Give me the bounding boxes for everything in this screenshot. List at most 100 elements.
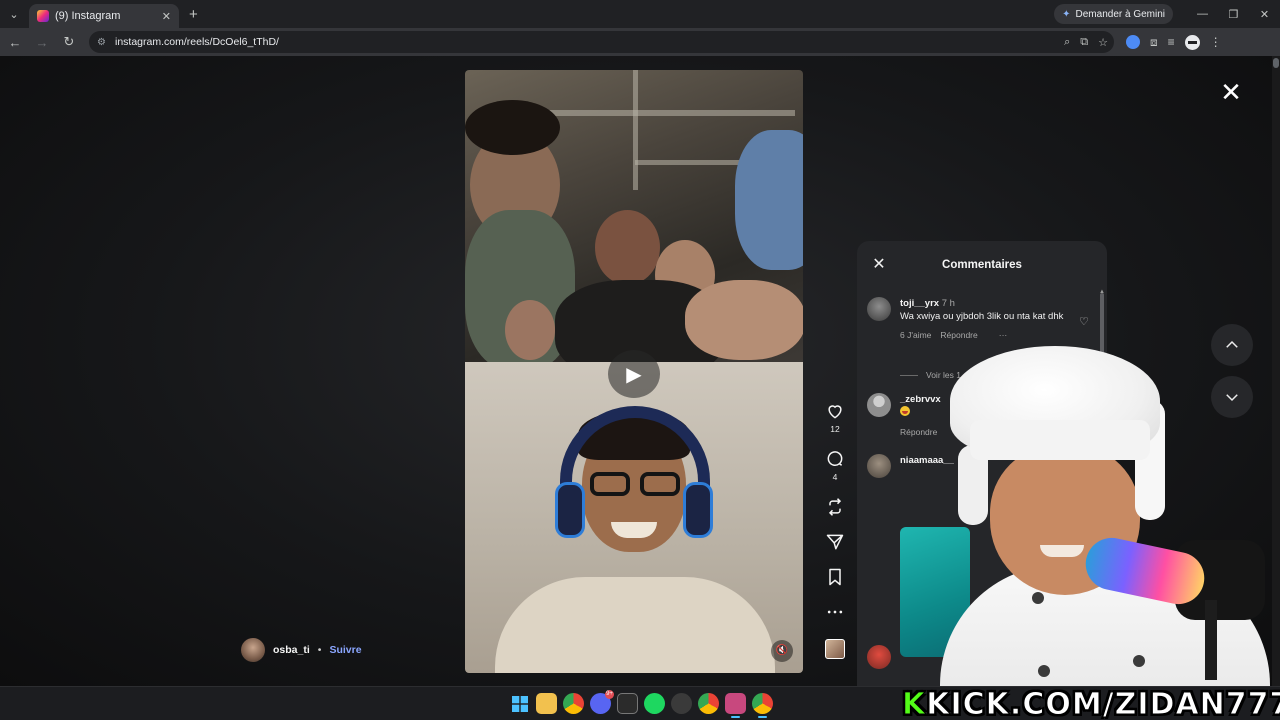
comment-icon[interactable] [825,449,845,469]
more-action[interactable] [825,602,845,622]
audio-thumbnail[interactable] [825,639,845,659]
share-action[interactable] [825,532,845,552]
tab-search-button[interactable]: ⌄ [3,3,25,25]
comment-avatar[interactable] [867,645,891,669]
extension-icon[interactable] [1126,35,1140,49]
heart-icon[interactable] [825,401,845,421]
instagram-favicon-icon [37,10,49,22]
more-dots-icon[interactable] [825,602,845,622]
next-reel-button[interactable] [1211,376,1253,418]
comment-meta: Répondre [900,426,1092,439]
comment-item: niaamaaa__ [867,454,1092,478]
media-controls-icon[interactable]: ≡ [1168,35,1175,49]
comment-text: Wa xwiya ou yjbdoh 3lik ou nta kat dhk [900,311,1064,322]
closet-shelf [535,110,795,116]
close-window-button[interactable]: ✕ [1249,8,1280,21]
app-icon[interactable] [617,693,638,714]
reply-button[interactable]: Répondre [940,329,977,342]
comment-likes[interactable]: 6 J'aime [900,329,931,342]
tab-close-icon[interactable]: ✕ [162,10,171,23]
like-count: 12 [830,424,840,434]
chevron-down-icon [1226,394,1238,402]
comment-username[interactable]: toji__yrx [900,298,939,309]
zoom-icon[interactable]: ⌕ [1064,36,1070,49]
comment-avatar[interactable] [867,454,891,478]
reply-button[interactable]: Répondre [900,426,937,439]
follow-button[interactable]: Suivre [329,644,361,656]
previous-reel-button[interactable] [1211,324,1253,366]
active-app-icon[interactable] [725,693,746,718]
headphones-cup-right [683,482,713,538]
send-icon[interactable] [825,532,845,552]
comment-username[interactable]: _zebrvvx [900,394,941,405]
comment-like-heart-icon[interactable]: ♡ [1079,315,1089,328]
restore-button[interactable]: ❐ [1218,8,1249,21]
repost-action[interactable] [825,497,845,517]
comment-item: _zebrvvx Répondre [867,393,1092,439]
toolbar-right-actions: ⧈ ≡ ⋮ [1126,34,1222,50]
address-bar[interactable]: ⚙ instagram.com/reels/DcOel6_tThD/ ⌕ ⧉ ☆ [89,31,1114,53]
author-avatar[interactable] [241,638,265,662]
kick-channel-banner: K KICK.COM/ZIDAN777 [901,689,1280,720]
view-replies-line [900,374,918,376]
chrome-icon[interactable] [563,693,584,714]
discord-icon[interactable]: 9+ [590,690,614,714]
new-tab-button[interactable]: + [189,6,198,23]
play-icon[interactable]: ▶ [608,350,660,398]
bookmark-icon[interactable] [825,567,845,587]
view-replies-label: Voir les 1 [926,370,961,380]
reel-video-bottom-frame [465,362,803,673]
author-name[interactable]: osba_ti [273,644,310,656]
person-face-center [595,210,660,285]
gemini-label: Demander à Gemini [1075,8,1165,20]
comment-action[interactable]: 4 [825,449,845,482]
comment-avatar[interactable] [867,297,891,321]
bookmark-star-icon[interactable]: ☆ [1098,36,1108,49]
page-scrollbar-thumb[interactable] [1273,58,1279,68]
save-action[interactable] [825,567,845,587]
person-sweater [495,577,775,673]
comments-header: ✕ Commentaires [857,241,1107,291]
screen: ⌄ (9) Instagram ✕ + ✦ Demander à Gemini … [0,0,1280,720]
comment-body: toji__yrx 7 h Wa xwiya ou yjbdoh 3lik ou… [900,297,1092,342]
reel-video[interactable]: ▶ 🔇 [465,70,803,673]
file-explorer-icon[interactable] [536,693,557,714]
site-info-icon[interactable]: ⚙ [97,37,111,48]
comments-scrollbar[interactable] [1100,293,1104,363]
page-scrollbar[interactable] [1272,56,1280,686]
back-button[interactable]: ← [3,35,27,50]
install-app-icon[interactable]: ⧉ [1080,36,1088,49]
comment-time: 7 h [941,298,955,309]
comment-more-icon[interactable]: ··· [999,329,1008,342]
reload-button[interactable]: ↻ [57,34,81,50]
repost-icon[interactable] [825,497,845,517]
reel-actions: 12 4 [819,401,851,659]
extensions-puzzle-icon[interactable]: ⧈ [1150,35,1158,50]
comment-username[interactable]: niaamaaa__ [900,455,954,466]
chrome-active-icon[interactable] [752,693,773,718]
minimize-button[interactable]: — [1187,8,1218,20]
person-sleeve-right [735,130,803,270]
close-viewer-icon[interactable]: ✕ [1217,78,1245,106]
view-replies-button[interactable]: Voir les 1 [900,370,961,380]
comment-avatar[interactable] [867,393,891,417]
windows-start-icon[interactable] [509,693,530,714]
comment-media-thumbnail[interactable] [900,527,970,657]
profile-avatar-icon[interactable] [1184,34,1200,50]
chrome-profile-icon[interactable] [698,693,719,714]
mute-icon[interactable]: 🔇 [771,640,793,662]
browser-tab[interactable]: (9) Instagram ✕ [29,4,179,28]
comment-meta: 6 J'aime Répondre ··· [900,329,1092,342]
mouse-pointer-icon: ☝ [962,401,970,416]
comment-item: toji__yrx 7 h Wa xwiya ou yjbdoh 3lik ou… [867,297,1092,342]
comment-count: 4 [832,472,838,482]
obs-icon[interactable] [671,693,692,714]
like-action[interactable]: 12 [825,401,845,434]
forward-button[interactable]: → [30,35,54,50]
spotify-icon[interactable] [644,693,665,714]
browser-menu-icon[interactable]: ⋮ [1210,35,1222,49]
hand-left [505,300,555,360]
gemini-button[interactable]: ✦ Demander à Gemini [1054,4,1173,24]
chevron-up-icon [1226,340,1238,348]
hand-right [685,280,803,360]
